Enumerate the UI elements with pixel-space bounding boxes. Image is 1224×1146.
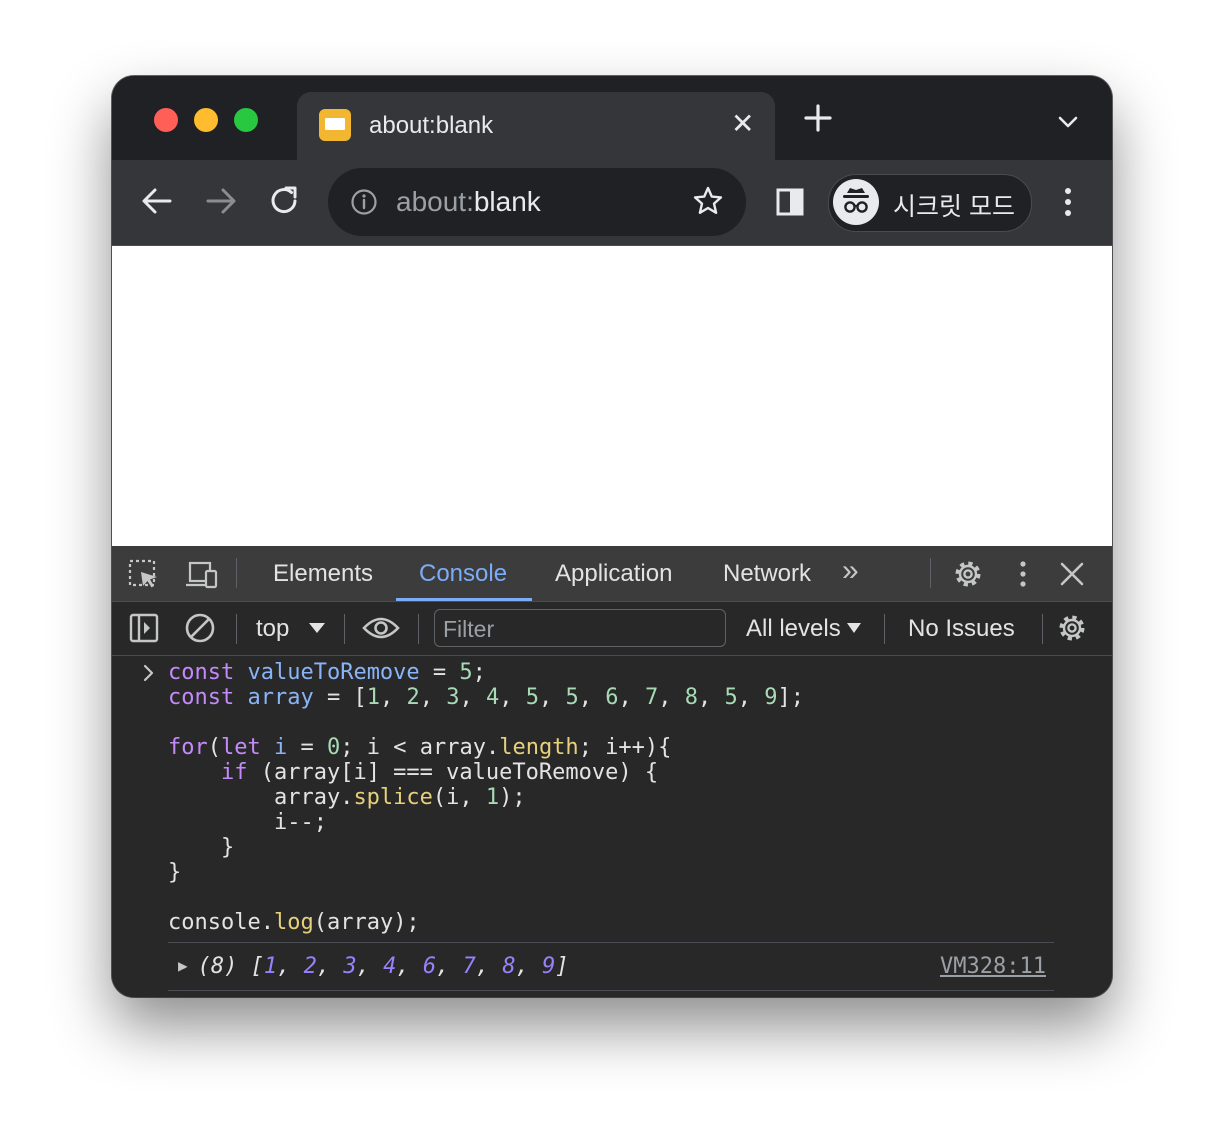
- array-value: 8: [502, 954, 516, 979]
- console-result[interactable]: ▶ (8) [1, 2, 3, 4, 6, 7, 8, 9]: [178, 954, 569, 979]
- console-input-code[interactable]: const valueToRemove = 5; const array = […: [168, 660, 804, 935]
- info-icon[interactable]: [350, 188, 378, 216]
- array-value: 1: [263, 954, 278, 979]
- forward-arrow-icon[interactable]: [204, 184, 238, 218]
- incognito-profile-button[interactable]: 시크릿 모드: [828, 174, 1032, 232]
- tab-strip: about:blank ✕: [112, 76, 1112, 160]
- result-suffix: ]: [555, 954, 569, 979]
- tab-close-icon[interactable]: ✕: [731, 110, 754, 138]
- zoom-window-button[interactable]: [234, 108, 258, 132]
- array-value: 3: [343, 954, 357, 979]
- minimize-window-button[interactable]: [194, 108, 218, 132]
- divider: [168, 990, 1054, 991]
- close-devtools-icon[interactable]: [1058, 560, 1086, 588]
- expand-triangle-icon[interactable]: ▶: [178, 956, 188, 975]
- devtools-more-icon[interactable]: [1012, 558, 1034, 590]
- address-scheme: about:: [396, 186, 474, 217]
- settings-gear-icon[interactable]: [952, 558, 984, 590]
- separator: [236, 558, 237, 588]
- separator: [344, 614, 345, 644]
- active-tab-indicator: [396, 598, 532, 601]
- caret-down-icon[interactable]: [308, 622, 326, 634]
- separator: [884, 614, 885, 644]
- source-link[interactable]: VM328:11: [940, 954, 1046, 979]
- chevron-down-icon[interactable]: [1056, 114, 1080, 130]
- devtools-panel: Elements Console Application Network » t…: [112, 546, 1112, 997]
- close-window-button[interactable]: [154, 108, 178, 132]
- console-output[interactable]: const valueToRemove = 5; const array = […: [112, 656, 1112, 996]
- tab-network[interactable]: Network: [723, 560, 811, 588]
- more-tabs-icon[interactable]: »: [842, 554, 859, 588]
- tab-elements[interactable]: Elements: [273, 560, 373, 588]
- incognito-avatar: [833, 179, 879, 225]
- caret-down-icon[interactable]: [846, 622, 862, 634]
- separator: [418, 614, 419, 644]
- clear-console-icon[interactable]: [184, 612, 216, 644]
- result-prefix: (8) [: [197, 954, 264, 979]
- side-panel-icon[interactable]: [776, 188, 804, 216]
- browser-tab[interactable]: about:blank ✕: [297, 92, 775, 160]
- array-value: 6: [422, 954, 437, 979]
- more-vertical-icon[interactable]: [1056, 186, 1080, 218]
- separator: [1042, 614, 1043, 644]
- filter-input[interactable]: Filter: [434, 609, 726, 647]
- tab-application[interactable]: Application: [555, 560, 672, 588]
- incognito-icon: [843, 188, 869, 213]
- tab-console[interactable]: Console: [419, 560, 507, 588]
- address-bar[interactable]: about:blank: [328, 168, 746, 236]
- new-tab-icon[interactable]: [802, 102, 834, 134]
- separator: [236, 614, 237, 644]
- issues-counter[interactable]: No Issues: [908, 615, 1015, 643]
- input-prompt-icon: [143, 664, 154, 682]
- favicon-icon: [319, 109, 351, 141]
- log-levels-dropdown[interactable]: All levels: [746, 615, 841, 643]
- back-arrow-icon[interactable]: [140, 184, 174, 218]
- incognito-label: 시크릿 모드: [893, 193, 1015, 221]
- devtools-tab-bar: Elements Console Application Network »: [112, 546, 1112, 602]
- reload-icon[interactable]: [268, 184, 302, 218]
- array-value: 2: [303, 954, 317, 979]
- array-value: 9: [542, 954, 556, 979]
- filter-placeholder: Filter: [443, 616, 495, 642]
- context-selector[interactable]: top: [256, 615, 289, 643]
- array-value: 4: [383, 954, 397, 979]
- device-toolbar-icon[interactable]: [184, 559, 218, 591]
- console-toolbar: top Filter All levels No Issues: [112, 602, 1112, 656]
- inspect-element-icon[interactable]: [128, 559, 160, 591]
- console-settings-gear-icon[interactable]: [1056, 612, 1088, 644]
- show-sidebar-icon[interactable]: [128, 612, 160, 644]
- eye-icon[interactable]: [362, 612, 400, 644]
- address-host: blank: [473, 186, 541, 217]
- browser-window: about:blank ✕ about:blank 시크릿 모드 Element…: [112, 76, 1112, 997]
- separator: [930, 558, 931, 588]
- divider: [168, 942, 1054, 943]
- address-text: about:blank: [396, 186, 541, 218]
- bookmark-star-icon[interactable]: [692, 185, 724, 217]
- page-content[interactable]: [112, 246, 1112, 546]
- tab-title: about:blank: [369, 112, 494, 139]
- array-value: 7: [462, 954, 476, 979]
